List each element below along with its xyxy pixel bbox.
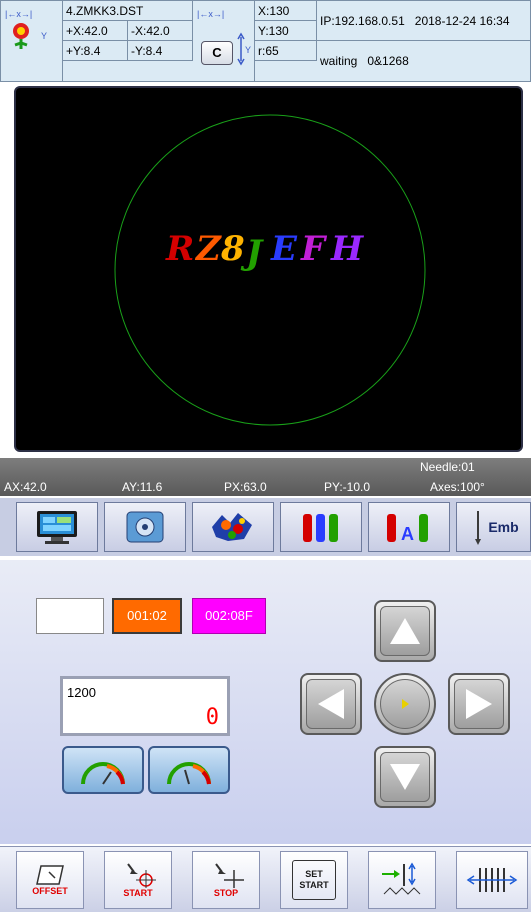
needle-change-icon <box>466 868 518 892</box>
center-button[interactable] <box>374 673 436 735</box>
minus-y-value: -Y:8.4 <box>128 41 193 61</box>
ip-date-line: IP:192.168.0.51 2018-12-24 16:34 <box>317 1 531 41</box>
svg-text:Y: Y <box>41 31 47 41</box>
needle-label: Needle:01 <box>420 460 475 474</box>
move-right-button[interactable] <box>448 673 510 735</box>
speed-up-gauge-icon <box>167 762 211 785</box>
plus-x-value: +X:42.0 <box>63 21 128 41</box>
svg-text:R: R <box>165 229 194 269</box>
start-point-button[interactable]: START <box>104 851 172 909</box>
thread-a-button[interactable]: A <box>368 502 450 552</box>
machine-status: waiting <box>320 54 358 68</box>
flower-icon <box>13 23 29 49</box>
y-size-value: Y:130 <box>255 21 317 41</box>
start-needle-icon <box>127 863 156 888</box>
arrow-down-icon <box>390 764 420 790</box>
speed-display[interactable]: 1200 0 <box>60 676 230 736</box>
offset-frame-icon <box>36 865 64 885</box>
needle-move-button[interactable] <box>368 851 436 909</box>
radius-value: r:65 <box>255 41 317 61</box>
machine-status-line: waiting 0&1268 <box>317 41 531 81</box>
monitor-button[interactable] <box>16 502 98 552</box>
plus-y-value: +Y:8.4 <box>63 41 128 61</box>
emb-label: Emb <box>488 519 519 535</box>
set-label: SET <box>305 869 323 879</box>
next-color-box[interactable]: 002:08F <box>192 598 266 634</box>
stitch-counter: 0&1268 <box>367 54 409 68</box>
speed-setting: 1200 <box>67 685 96 700</box>
py-value: PY:-10.0 <box>324 480 371 494</box>
center-c-button[interactable]: C <box>201 41 233 65</box>
thread-spools-icon <box>303 514 338 542</box>
svg-text:Z: Z <box>194 229 222 269</box>
set-start-icon: SET START <box>292 860 336 900</box>
top-toolbar: A Emb <box>0 498 531 556</box>
thread-spool-a-icon: A <box>387 514 428 544</box>
svg-text:|←x→|: |←x→| <box>197 9 224 19</box>
design-filename: 4.ZMKK3.DST <box>63 1 193 21</box>
set-start-button[interactable]: SET START <box>280 851 348 909</box>
px-value: PX:63.0 <box>224 480 267 494</box>
minus-x-value: -X:42.0 <box>128 21 193 41</box>
bottom-toolbar: OFFSET START STOP SET START <box>0 846 531 912</box>
stop-point-button[interactable]: STOP <box>192 851 260 909</box>
stop-needle-icon <box>215 863 244 888</box>
arrow-right-icon <box>466 689 492 719</box>
ip-address: IP:192.168.0.51 <box>320 14 405 28</box>
svg-text:A: A <box>401 524 414 544</box>
speed-down-gauge-icon <box>81 762 125 785</box>
monitor-icon <box>37 511 77 544</box>
svg-text:F: F <box>300 229 328 269</box>
current-color-box[interactable]: 001:02 <box>112 598 182 634</box>
x-size-value: X:130 <box>255 1 317 21</box>
speed-up-button[interactable] <box>148 746 230 794</box>
move-up-button[interactable] <box>374 600 436 662</box>
settings-panel-button[interactable] <box>104 502 186 552</box>
stop-label: STOP <box>213 888 239 898</box>
date-time: 2018-12-24 16:34 <box>414 14 510 28</box>
needle-emb-button[interactable]: Emb <box>456 502 531 552</box>
coordinates-status-bar: Needle:01 AX:42.0 AY:11.6 PX:63.0 PY:-10… <box>0 458 531 496</box>
embroidery-design-icon <box>212 513 252 541</box>
svg-text:8: 8 <box>220 229 245 269</box>
design-preview-area[interactable]: R Z 8 J E F H <box>14 86 523 452</box>
svg-text:H: H <box>330 229 365 269</box>
offset-button[interactable]: OFFSET <box>16 851 84 909</box>
current-speed: 0 <box>205 705 219 730</box>
move-down-button[interactable] <box>374 746 436 808</box>
frame-logo: |←x→| Y <box>1 1 63 81</box>
arrow-up-icon <box>390 618 420 644</box>
start-label: START <box>123 888 153 898</box>
thread-colors-button[interactable] <box>280 502 362 552</box>
color-value-box[interactable] <box>36 598 104 634</box>
needle-change-button[interactable] <box>456 851 528 909</box>
speed-down-button[interactable] <box>62 746 144 794</box>
svg-text:Y: Y <box>245 45 251 55</box>
move-left-button[interactable] <box>300 673 362 735</box>
ay-value: AY:11.6 <box>122 480 163 494</box>
center-icon <box>402 699 409 709</box>
header-panel: |←x→| Y 4.ZMKK3.DST +X:42.0 -X:42.0 +Y:8… <box>0 0 531 82</box>
embroidery-design-button[interactable] <box>192 502 274 552</box>
needle-emb-icon <box>475 511 482 545</box>
ax-value: AX:42.0 <box>4 480 47 494</box>
set-start-label: START <box>299 880 329 890</box>
hoop-outline <box>114 114 426 426</box>
svg-text:E: E <box>270 229 298 269</box>
svg-text:|←x→|: |←x→| <box>5 9 32 19</box>
offset-label: OFFSET <box>32 886 68 896</box>
arrow-left-icon <box>318 689 344 719</box>
design-lettering: R Z 8 J E F H <box>165 229 365 273</box>
axes-value: Axes:100° <box>430 480 485 494</box>
settings-panel-icon <box>126 511 164 543</box>
needle-move-icon <box>382 862 421 895</box>
